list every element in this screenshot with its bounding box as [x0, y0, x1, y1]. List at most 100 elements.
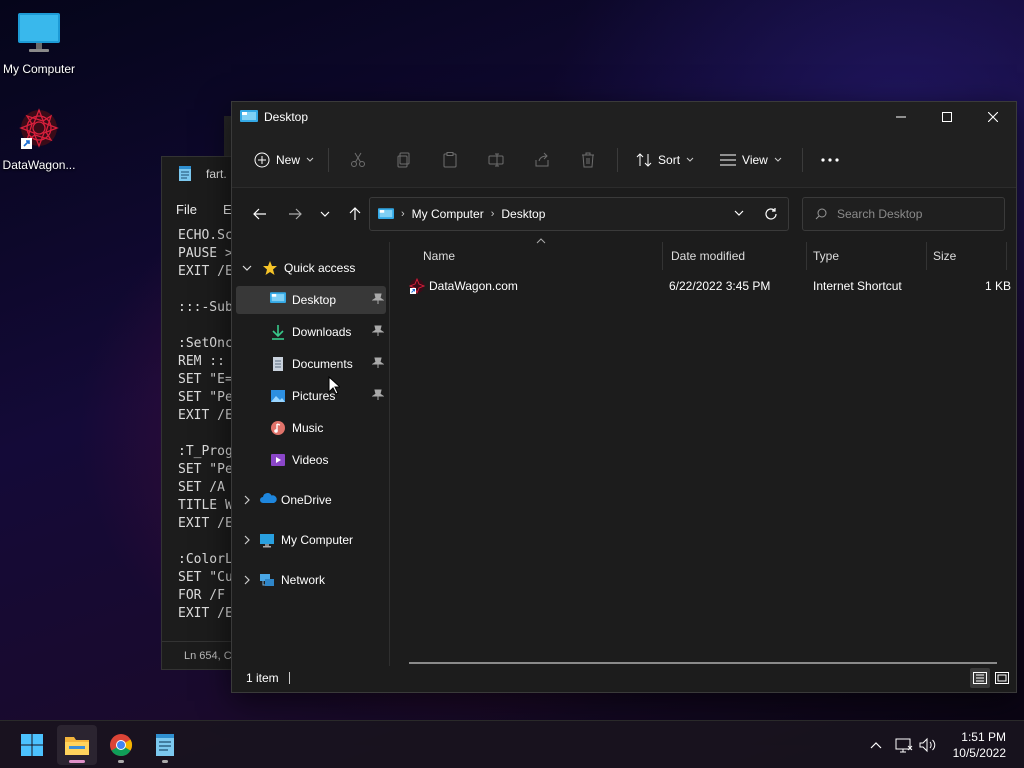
address-history-dropdown[interactable]: [734, 210, 744, 217]
breadcrumb-my-computer[interactable]: My Computer: [412, 207, 484, 221]
notepad-text-area[interactable]: ECHO.Sc PAUSE > EXIT /E :::-Sub :SetOnc REM…: [162, 227, 240, 623]
star-icon: [262, 260, 278, 276]
share-button[interactable]: [519, 144, 565, 176]
chevron-right-icon[interactable]: [244, 495, 251, 505]
more-options-button[interactable]: [813, 144, 847, 176]
chevron-right-icon[interactable]: [244, 535, 251, 545]
start-icon: [20, 733, 44, 757]
chevron-down-icon: [686, 157, 694, 163]
taskbar-notepad[interactable]: [145, 725, 185, 765]
rename-button[interactable]: [473, 144, 519, 176]
sidebar-item-videos[interactable]: Videos: [236, 446, 386, 474]
sidebar-item-pictures[interactable]: Pictures: [236, 382, 386, 410]
status-bar: 1 item: [232, 664, 1016, 692]
window-title: Desktop: [264, 110, 309, 124]
column-header-date-modified[interactable]: Date modified: [663, 242, 807, 270]
details-view-icon: [973, 672, 987, 684]
chevron-right-icon[interactable]: [244, 575, 251, 585]
sidebar-item-onedrive[interactable]: OneDrive: [236, 486, 386, 514]
desktop-icon-datawagon[interactable]: DataWagon...: [0, 106, 79, 172]
column-header-size[interactable]: Size: [927, 242, 1007, 270]
pin-icon[interactable]: [372, 357, 384, 369]
search-box[interactable]: [802, 197, 1005, 231]
plus-circle-icon: [254, 152, 270, 168]
desktop-folder-icon: [240, 110, 258, 124]
desktop-icon-my-computer[interactable]: My Computer: [0, 10, 79, 76]
videos-icon: [270, 452, 286, 468]
up-button[interactable]: [339, 198, 371, 230]
show-hidden-icons-button[interactable]: [866, 735, 886, 755]
view-lines-icon: [720, 154, 737, 166]
music-icon: [270, 420, 286, 436]
documents-icon: [270, 356, 286, 372]
toolbar-separator: [617, 147, 619, 172]
delete-button[interactable]: [565, 144, 611, 176]
arrow-left-icon: [253, 208, 267, 220]
refresh-icon[interactable]: [764, 207, 778, 221]
file-list[interactable]: Name Date modified Type Size DataWagon.c…: [391, 238, 1016, 666]
pin-icon[interactable]: [372, 325, 384, 337]
sidebar-item-label: Desktop: [292, 293, 337, 307]
column-header-name[interactable]: Name: [415, 242, 663, 270]
item-count: 1 item: [246, 671, 279, 685]
arrow-right-icon: [288, 208, 302, 220]
back-button[interactable]: [244, 198, 276, 230]
view-label: View: [742, 152, 768, 167]
view-button[interactable]: View: [712, 144, 790, 176]
table-row[interactable]: DataWagon.com 6/22/2022 3:45 PM Internet…: [403, 272, 1011, 300]
network-status-button[interactable]: [894, 735, 914, 755]
system-clock[interactable]: 1:51 PM 10/5/2022: [953, 729, 1006, 761]
trash-icon: [580, 152, 596, 168]
internet-shortcut-icon: [409, 278, 425, 294]
chevron-up-icon: [870, 741, 882, 749]
sidebar-item-music[interactable]: Music: [236, 414, 386, 442]
sidebar-item-documents[interactable]: Documents: [236, 350, 386, 378]
datawagon-shortcut-icon: [15, 106, 63, 154]
taskbar-chrome[interactable]: [101, 725, 141, 765]
sort-button[interactable]: Sort: [628, 144, 702, 176]
menu-file[interactable]: File: [176, 202, 197, 217]
new-button[interactable]: New: [246, 144, 322, 176]
active-indicator: [69, 760, 85, 763]
large-icons-view-button[interactable]: [992, 668, 1012, 688]
copy-button[interactable]: [381, 144, 427, 176]
forward-button[interactable]: [279, 198, 311, 230]
breadcrumb-separator: ›: [401, 208, 405, 220]
sidebar-item-my-computer[interactable]: My Computer: [236, 526, 386, 554]
close-button[interactable]: [970, 102, 1016, 132]
sidebar-item-downloads[interactable]: Downloads: [236, 318, 386, 346]
desktop-folder-icon: [378, 207, 394, 221]
search-input[interactable]: [837, 207, 987, 221]
pin-icon[interactable]: [372, 293, 384, 305]
file-name: DataWagon.com: [429, 279, 518, 293]
sidebar-item-network[interactable]: Network: [236, 566, 386, 594]
pin-icon[interactable]: [372, 389, 384, 401]
paste-button[interactable]: [427, 144, 473, 176]
file-explorer-window[interactable]: Desktop New Sort View › My Computer › De…: [231, 101, 1017, 693]
breadcrumb-separator: ›: [490, 208, 495, 220]
chrome-icon: [109, 733, 133, 757]
recent-locations-button[interactable]: [311, 198, 339, 230]
quick-access-item[interactable]: Quick access: [236, 254, 386, 282]
cut-button[interactable]: [335, 144, 381, 176]
sidebar-item-label: Videos: [292, 453, 329, 467]
notepad-window[interactable]: fart. File E ECHO.Sc PAUSE > EXIT /E :::-S…: [161, 156, 241, 670]
notepad-status: Ln 654, C: [162, 641, 240, 669]
column-header-type[interactable]: Type: [807, 242, 927, 270]
minimize-button[interactable]: [878, 102, 924, 132]
sort-label: Sort: [658, 152, 681, 167]
desktop-icon-label: DataWagon...: [2, 158, 76, 172]
start-button[interactable]: [12, 725, 52, 765]
title-bar[interactable]: Desktop: [232, 102, 1016, 132]
status-divider: [288, 672, 290, 684]
maximize-button[interactable]: [924, 102, 970, 132]
monitor-icon: [15, 10, 63, 58]
details-view-button[interactable]: [970, 668, 990, 688]
breadcrumb-desktop[interactable]: Desktop: [501, 207, 545, 221]
taskbar-file-explorer[interactable]: [57, 725, 97, 765]
sidebar-item-desktop[interactable]: Desktop: [236, 286, 386, 314]
monitor-icon: [259, 532, 275, 548]
address-bar[interactable]: › My Computer › Desktop: [369, 197, 789, 231]
volume-button[interactable]: [918, 735, 938, 755]
toolbar-separator: [328, 147, 330, 172]
